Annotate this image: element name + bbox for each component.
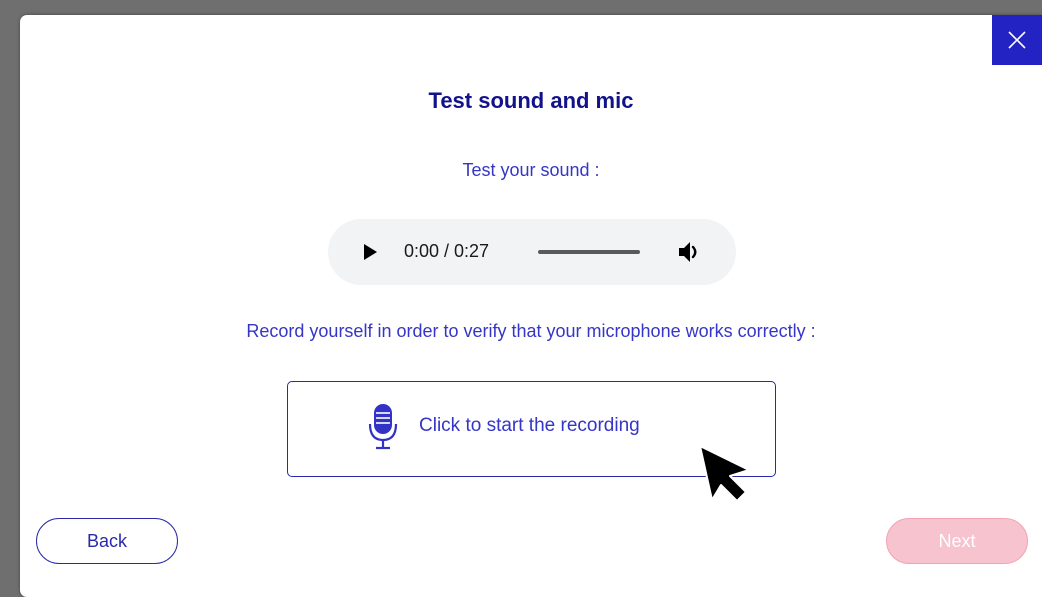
audio-player: 0:00 / 0:27 <box>328 219 736 285</box>
recording-label: Click to start the recording <box>419 415 640 436</box>
microphone-icon <box>368 402 398 457</box>
mouse-cursor-icon <box>697 443 757 510</box>
next-button[interactable]: Next <box>886 518 1028 564</box>
record-prompt: Record yourself in order to verify that … <box>246 321 816 341</box>
play-icon[interactable] <box>364 244 377 260</box>
close-button[interactable] <box>992 15 1042 65</box>
progress-bar[interactable] <box>538 250 640 254</box>
back-button[interactable]: Back <box>36 518 178 564</box>
volume-icon[interactable] <box>677 240 703 269</box>
close-icon <box>1008 31 1026 49</box>
sound-test-prompt: Test your sound : <box>462 160 600 180</box>
time-display: 0:00 / 0:27 <box>404 241 490 261</box>
test-sound-mic-dialog: Test sound and mic Test your sound : 0:0… <box>20 15 1042 597</box>
dialog-title: Test sound and mic <box>428 88 634 113</box>
